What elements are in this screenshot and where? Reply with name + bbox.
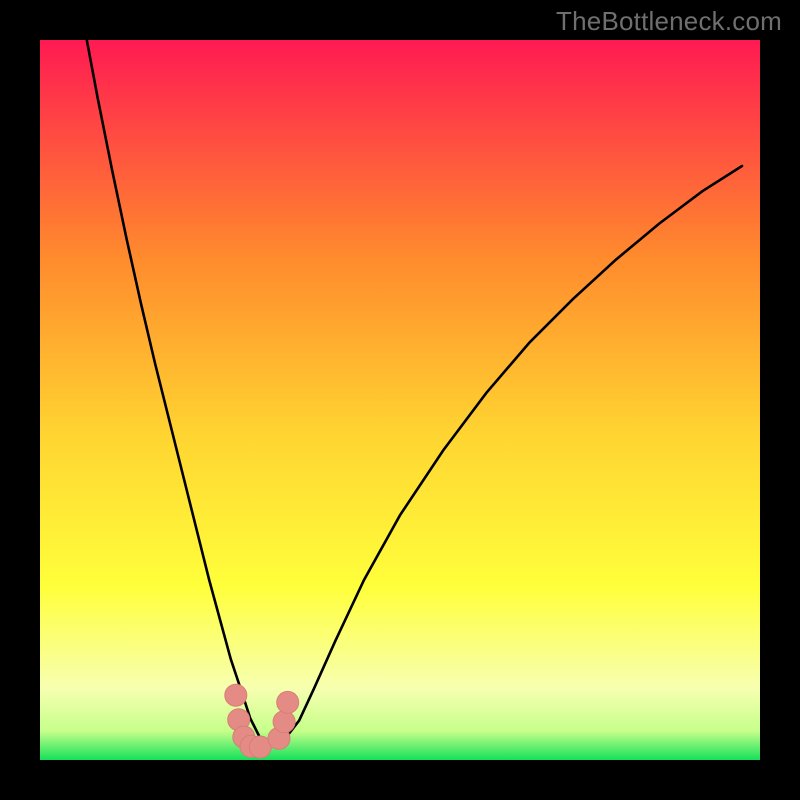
gradient-background	[40, 40, 760, 760]
watermark-text: TheBottleneck.com	[556, 6, 782, 37]
marker-dot	[277, 691, 299, 713]
marker-dot	[273, 711, 295, 733]
chart-stage: TheBottleneck.com	[0, 0, 800, 800]
marker-dot	[225, 684, 247, 706]
bottleneck-plot	[0, 0, 800, 800]
